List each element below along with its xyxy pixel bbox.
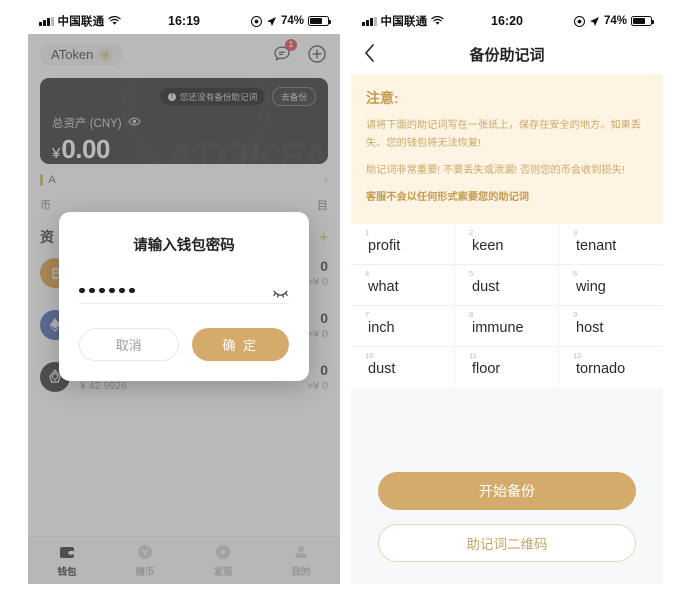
word-index: 8	[469, 310, 474, 320]
status-left-group: 中国联通	[362, 13, 444, 29]
word-text: profit	[368, 237, 401, 254]
right-status-bar: 中国联通 16:20 74%	[351, 8, 663, 34]
warning-paragraph-2: 助记词非常重要! 不要丢失或泄漏! 否则您的币会收到损失!	[366, 164, 625, 176]
left-app-content: AToken 1	[28, 34, 340, 584]
battery-icon	[631, 15, 655, 27]
dialog-actions: 取消 确 定	[79, 328, 289, 361]
warning-paragraph-3: 客服不会以任何形式索要您的助记词	[366, 191, 529, 203]
word-index: 9	[573, 310, 578, 320]
right-phone-screen: 中国联通 16:20 74% 备份助记词 注意: 请将下面的助记词写在一张纸上，…	[351, 8, 663, 584]
mnemonic-word-cell: 12 tornado	[559, 347, 663, 388]
mnemonic-word-cell: 9 host	[559, 306, 663, 348]
word-text: inch	[368, 319, 395, 336]
word-text: keen	[472, 237, 504, 254]
screenshot-root: 中国联通 16:19 74% 请输入钱包密码 取消 确 定 中国联通 16:20…	[0, 0, 691, 592]
navigation-icon	[266, 16, 276, 26]
word-text: dust	[472, 278, 500, 295]
signal-icon	[362, 16, 377, 26]
mnemonic-word-cell: 3 tenant	[559, 224, 663, 266]
word-text: dust	[368, 360, 396, 377]
dialog-title: 请输入钱包密码	[133, 238, 235, 254]
location-lock-icon	[573, 15, 585, 27]
password-dialog: 请输入钱包密码 取消 确 定	[59, 212, 309, 381]
word-index: 12	[573, 351, 582, 361]
start-backup-button[interactable]: 开始备份	[378, 472, 636, 510]
mnemonic-word-cell: 11 floor	[455, 347, 559, 389]
word-index: 1	[365, 228, 370, 238]
confirm-button[interactable]: 确 定	[191, 328, 289, 361]
cancel-button[interactable]: 取消	[79, 328, 179, 361]
wifi-icon	[108, 16, 121, 25]
word-index: 6	[573, 269, 578, 279]
word-text: floor	[472, 360, 501, 377]
location-lock-icon	[250, 15, 262, 27]
right-navbar: 备份助记词	[351, 34, 663, 74]
word-text: tornado	[576, 360, 626, 377]
status-time: 16:19	[168, 14, 200, 28]
mnemonic-word-cell: 10 dust	[351, 347, 455, 389]
word-text: wing	[576, 278, 606, 295]
mnemonic-word-grid: 1 profit 2 keen 3 tenant 4 what 5 dust 6…	[351, 224, 663, 389]
battery-percent: 74%	[603, 15, 627, 27]
wifi-icon	[431, 16, 444, 25]
password-input[interactable]	[79, 285, 289, 304]
word-text: host	[576, 319, 604, 336]
word-text: immune	[472, 319, 524, 336]
status-right-group: 74%	[250, 15, 332, 27]
mnemonic-word-cell: 2 keen	[455, 224, 559, 266]
battery-percent: 74%	[280, 15, 304, 27]
mnemonic-word-cell: 1 profit	[351, 224, 455, 266]
word-text: tenant	[576, 237, 617, 254]
mnemonic-word-cell: 5 dust	[455, 265, 559, 307]
carrier-label: 中国联通	[57, 16, 105, 28]
status-right-group: 74%	[573, 15, 655, 27]
mnemonic-word-cell: 7 inch	[351, 306, 455, 348]
word-index: 3	[573, 228, 578, 238]
word-index: 11	[469, 351, 477, 361]
mnemonic-word-cell: 6 wing	[559, 265, 663, 307]
password-masked-value	[79, 287, 135, 294]
right-app-content: 备份助记词 注意: 请将下面的助记词写在一张纸上，保存在安全的地方。如果丢失、您…	[351, 34, 663, 584]
status-left-group: 中国联通	[39, 13, 121, 29]
warning-box: 注意: 请将下面的助记词写在一张纸上，保存在安全的地方。如果丢失、您的钱包将无法…	[351, 74, 663, 225]
carrier-label: 中国联通	[380, 16, 428, 28]
signal-icon	[39, 16, 54, 26]
eye-off-icon[interactable]	[272, 285, 289, 298]
word-index: 4	[365, 269, 370, 279]
mnemonic-word-cell: 4 what	[351, 265, 455, 307]
mnemonic-word-cell: 8 immune	[455, 306, 559, 348]
back-chevron-icon[interactable]	[364, 43, 375, 65]
warning-title: 注意:	[366, 90, 399, 106]
left-phone-screen: 中国联通 16:19 74% 请输入钱包密码 取消 确 定	[28, 8, 340, 584]
mnemonic-qr-button[interactable]: 助记词二维码	[378, 524, 636, 562]
word-index: 7	[365, 310, 370, 320]
word-index: 10	[365, 351, 374, 361]
word-index: 2	[469, 228, 474, 238]
word-index: 5	[469, 269, 474, 279]
battery-icon	[308, 15, 332, 27]
status-time: 16:20	[491, 14, 523, 28]
backup-actions: 开始备份 助记词二维码	[351, 472, 663, 562]
word-text: what	[368, 278, 399, 295]
page-title: 备份助记词	[469, 46, 545, 64]
warning-paragraph-1: 请将下面的助记词写在一张纸上，保存在安全的地方。如果丢失、您的钱包将无法恢复!	[366, 120, 642, 149]
left-status-bar: 中国联通 16:19 74%	[28, 8, 340, 34]
navigation-icon	[589, 16, 599, 26]
